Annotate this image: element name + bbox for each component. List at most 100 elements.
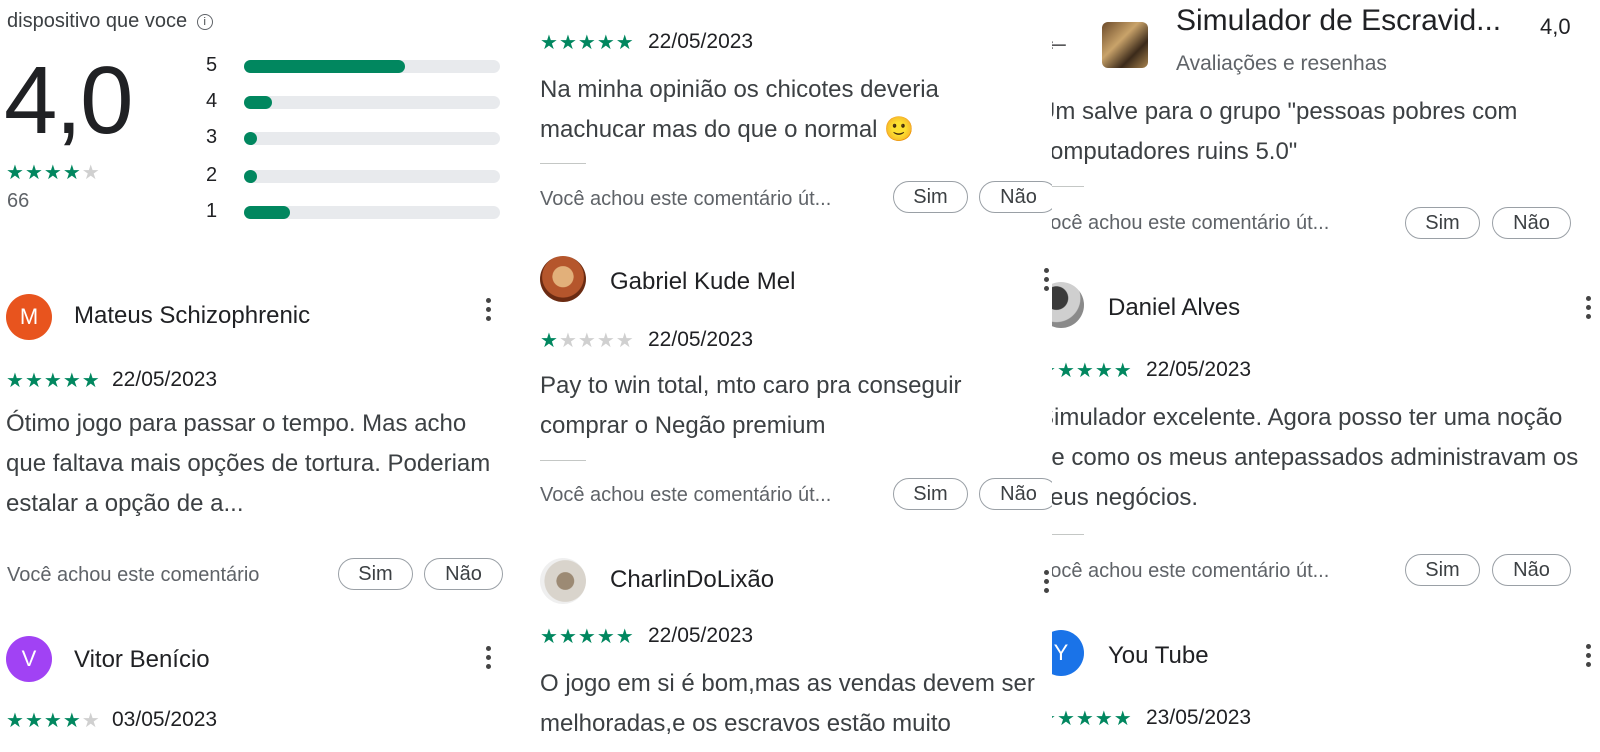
app-rating: 4,0 bbox=[1540, 14, 1571, 39]
avatar[interactable]: M bbox=[6, 294, 52, 340]
review-date: 22/05/2023 bbox=[648, 30, 754, 53]
helpful-yes-button[interactable]: Sim bbox=[1405, 207, 1480, 239]
helpful-no-button[interactable]: Não bbox=[979, 478, 1052, 510]
info-icon[interactable]: i bbox=[196, 14, 213, 30]
review-date: 22/05/2023 bbox=[1146, 358, 1252, 381]
more-options-icon[interactable] bbox=[1044, 268, 1050, 295]
helpful-yes-button[interactable]: Sim bbox=[893, 181, 968, 213]
star-filled-icon: ★ bbox=[24, 162, 44, 184]
back-arrow-icon[interactable]: ← bbox=[1052, 24, 1072, 58]
divider bbox=[540, 460, 586, 461]
review-text: Um salve para o grupo "pessoas pobres co… bbox=[1052, 98, 1518, 165]
more-options-icon[interactable] bbox=[1044, 570, 1050, 597]
star-empty-icon: ★ bbox=[577, 330, 597, 352]
star-filled-icon: ★ bbox=[558, 32, 578, 54]
more-options-icon[interactable] bbox=[1586, 644, 1592, 671]
summary-panel: dispositivo que voce i 4,0 ★★★★★ 66 5 4 … bbox=[0, 0, 512, 752]
helpful-prompt: Você achou este comentário út... bbox=[1052, 212, 1330, 234]
reviews-panel-middle: ★★★★★ 22/05/2023 Na minha opinião os chi… bbox=[532, 0, 1052, 752]
avatar[interactable] bbox=[540, 558, 586, 604]
review-date: 22/05/2023 bbox=[648, 328, 754, 351]
review-stars: ★★★★★ bbox=[6, 368, 101, 393]
bar-label: 4 bbox=[206, 90, 218, 112]
helpful-no-button[interactable]: Não bbox=[1492, 554, 1571, 586]
helpful-prompt: Você achou este comentário út... bbox=[1052, 560, 1330, 582]
review-date: 22/05/2023 bbox=[112, 368, 218, 391]
avatar[interactable] bbox=[540, 256, 586, 302]
bar-label: 3 bbox=[206, 126, 218, 148]
avatar[interactable]: V bbox=[6, 636, 52, 682]
star-filled-icon: ★ bbox=[1056, 360, 1076, 382]
avatar[interactable] bbox=[1052, 282, 1084, 328]
page-subtitle: Avaliações e resenhas bbox=[1176, 52, 1387, 75]
reviewer-name: CharlinDoLixão bbox=[610, 566, 775, 593]
star-filled-icon: ★ bbox=[24, 710, 44, 732]
helpful-prompt: Você achou este comentário út... bbox=[540, 484, 832, 506]
star-empty-icon: ★ bbox=[596, 330, 616, 352]
helpful-yes-button[interactable]: Sim bbox=[893, 478, 968, 510]
helpful-no-button[interactable]: Não bbox=[424, 558, 503, 590]
star-filled-icon: ★ bbox=[577, 626, 597, 648]
app-icon bbox=[1102, 22, 1148, 68]
reviewer-name: Gabriel Kude Mel bbox=[610, 268, 796, 295]
star-filled-icon: ★ bbox=[540, 32, 559, 54]
star-filled-icon: ★ bbox=[596, 626, 616, 648]
star-filled-icon: ★ bbox=[577, 32, 597, 54]
star-filled-icon: ★ bbox=[1056, 708, 1076, 730]
divider bbox=[540, 163, 586, 164]
review-text: Simulador excelente. Agora posso ter uma… bbox=[1052, 404, 1579, 511]
helpful-yes-button[interactable]: Sim bbox=[1405, 554, 1480, 586]
star-filled-icon: ★ bbox=[43, 710, 63, 732]
helpful-prompt: Você achou este comentário út... bbox=[540, 188, 832, 210]
star-filled-icon: ★ bbox=[62, 710, 82, 732]
star-filled-icon: ★ bbox=[1075, 360, 1095, 382]
header-text: dispositivo que voce i bbox=[7, 10, 213, 33]
more-options-icon[interactable] bbox=[486, 298, 492, 325]
star-filled-icon: ★ bbox=[1094, 708, 1114, 730]
bar-label: 2 bbox=[206, 164, 218, 186]
review-date: 23/05/2023 bbox=[1146, 706, 1252, 729]
average-rating: 4,0 bbox=[4, 47, 133, 154]
star-filled-icon: ★ bbox=[43, 162, 63, 184]
rating-stars: ★★★★★ bbox=[6, 160, 101, 185]
star-filled-icon: ★ bbox=[1075, 708, 1095, 730]
reviewer-name: Daniel Alves bbox=[1108, 294, 1241, 321]
bar-fill bbox=[244, 170, 257, 183]
star-filled-icon: ★ bbox=[62, 162, 82, 184]
bar-fill bbox=[244, 96, 273, 109]
star-filled-icon: ★ bbox=[540, 330, 559, 352]
review-stars: ★★★★★ bbox=[540, 30, 635, 55]
review-stars: ★★★★★ bbox=[1052, 706, 1133, 731]
review-stars: ★★★★★ bbox=[1052, 358, 1133, 383]
star-filled-icon: ★ bbox=[540, 626, 559, 648]
review-stars: ★★★★★ bbox=[540, 328, 635, 353]
review-stars: ★★★★★ bbox=[540, 624, 635, 649]
review-text: O jogo em si é bom,mas as vendas devem s… bbox=[540, 670, 1035, 737]
star-filled-icon: ★ bbox=[6, 162, 25, 184]
star-filled-icon: ★ bbox=[1094, 360, 1114, 382]
reviewer-name: Vitor Benício bbox=[74, 646, 210, 673]
star-filled-icon: ★ bbox=[24, 370, 44, 392]
more-options-icon[interactable] bbox=[486, 646, 492, 673]
helpful-no-button[interactable]: Não bbox=[1492, 207, 1571, 239]
review-count: 66 bbox=[7, 190, 30, 212]
helpful-yes-button[interactable]: Sim bbox=[338, 558, 413, 590]
review-text: Na minha opinião os chicotes deveria mac… bbox=[540, 76, 939, 143]
review-date: 22/05/2023 bbox=[648, 624, 754, 647]
divider bbox=[1052, 186, 1084, 187]
star-empty-icon: ★ bbox=[558, 330, 578, 352]
more-options-icon[interactable] bbox=[1586, 296, 1592, 323]
star-filled-icon: ★ bbox=[43, 370, 63, 392]
review-text: Pay to win total, mto caro pra conseguir… bbox=[540, 372, 962, 439]
star-filled-icon: ★ bbox=[558, 626, 578, 648]
bar-label: 5 bbox=[206, 54, 218, 76]
reviews-panel-right: ← Simulador de Escravid... 4,0 Avaliaçõe… bbox=[1052, 0, 1600, 752]
review-text: Ótimo jogo para passar o tempo. Mas acho… bbox=[6, 410, 491, 517]
star-filled-icon: ★ bbox=[615, 626, 635, 648]
helpful-no-button[interactable]: Não bbox=[979, 181, 1052, 213]
reviewer-name: Mateus Schizophrenic bbox=[74, 302, 311, 329]
star-filled-icon: ★ bbox=[81, 370, 101, 392]
bar-label: 1 bbox=[206, 200, 218, 222]
avatar[interactable]: Y bbox=[1052, 630, 1084, 676]
star-empty-icon: ★ bbox=[81, 710, 101, 732]
